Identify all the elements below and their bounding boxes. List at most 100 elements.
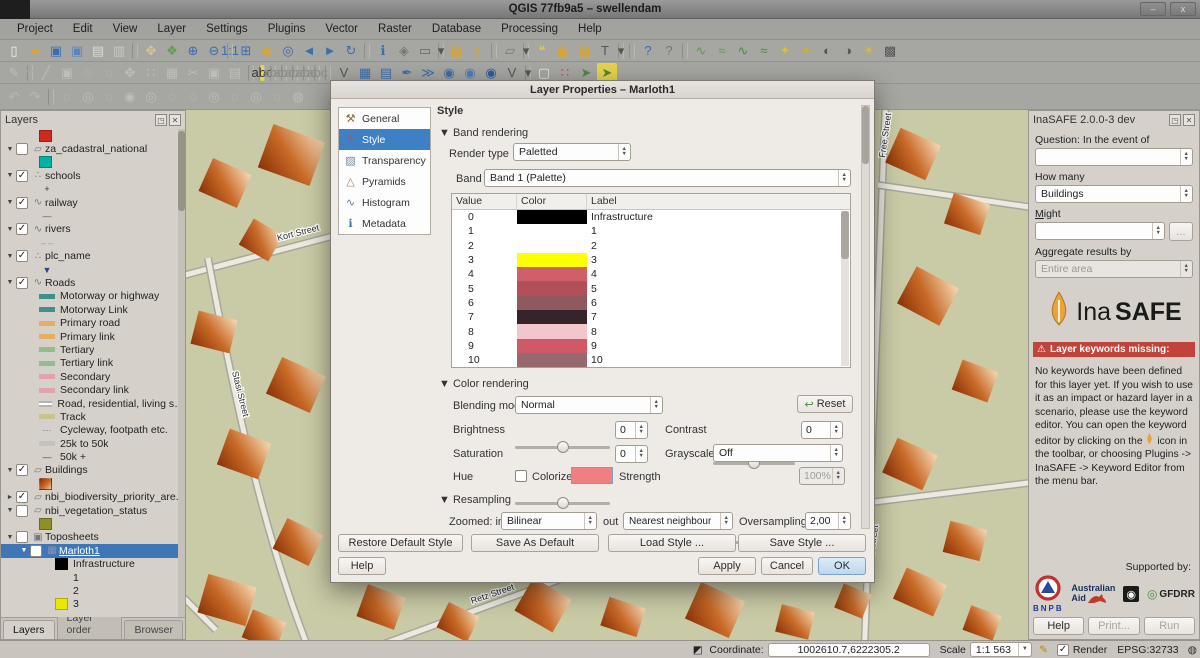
contrast-increase-icon[interactable]: ◐	[817, 41, 837, 61]
menu-raster[interactable]: Raster	[369, 21, 421, 37]
expander-icon[interactable]: ▼	[5, 172, 15, 179]
palette-color-swatch[interactable]	[517, 310, 587, 324]
stretch-full-cumulative-icon[interactable]: ≈	[712, 41, 732, 61]
spinner-arrows-icon[interactable]: ▲▼	[635, 422, 647, 438]
expander-icon[interactable]: ►	[5, 494, 15, 501]
palette-row[interactable]: 6 6	[452, 296, 850, 310]
panel-dock-icon[interactable]: ◳	[1169, 114, 1181, 126]
palette-row[interactable]: 3 3	[452, 253, 850, 267]
apply-button[interactable]: Apply	[698, 557, 756, 575]
expander-icon[interactable]: ▼	[5, 226, 15, 233]
panel-close-icon[interactable]: ✕	[169, 114, 181, 126]
fill-ring-icon[interactable]: ◉	[120, 87, 140, 107]
new-composer-icon[interactable]: ▤	[88, 41, 108, 61]
tab-transparency[interactable]: ▨ Transparency	[339, 150, 430, 171]
show-bookmarks-icon[interactable]: ▤	[574, 41, 594, 61]
palette-row[interactable]: 1 1	[452, 224, 850, 238]
palette-table-scrollbar[interactable]	[841, 211, 849, 366]
collapse-icon[interactable]: ▼	[439, 378, 450, 390]
restore-default-style-button[interactable]: Restore Default Style	[338, 534, 463, 552]
touch-zoom-icon[interactable]: ❖	[162, 41, 182, 61]
move-feature-icon[interactable]: ✥	[120, 63, 140, 83]
tree-row[interactable]: 1	[1, 571, 185, 584]
refresh-icon[interactable]: ↻	[341, 41, 361, 61]
undo-icon[interactable]: ↶	[4, 87, 24, 107]
stretch-local-icon[interactable]: ∿	[733, 41, 753, 61]
separator[interactable]	[491, 43, 497, 59]
field-calculator-icon[interactable]: ε	[468, 41, 488, 61]
palette-color-swatch[interactable]	[517, 281, 587, 295]
separator[interactable]	[364, 43, 370, 59]
zoom-actual-down-icon[interactable]: ✦	[796, 41, 816, 61]
palette-label[interactable]: 3	[587, 253, 850, 267]
band-select[interactable]: Band 1 (Palette) ▲▼	[484, 169, 851, 187]
resampling-section[interactable]: ▼ Resampling	[439, 494, 511, 506]
tree-row[interactable]: Tertiary	[1, 343, 185, 356]
aggregation-select[interactable]: Entire area ▲▼	[1035, 260, 1193, 278]
collapse-icon[interactable]: ▼	[439, 494, 450, 506]
tree-row[interactable]: ▼ ✓ ∴ plc_name	[1, 250, 185, 263]
save-style-button[interactable]: Save Style ...	[738, 534, 866, 552]
zoom-full-icon[interactable]: ⊞	[236, 41, 256, 61]
save-project-icon[interactable]: ▣	[46, 41, 66, 61]
tree-row[interactable]: Primary road	[1, 316, 185, 329]
inasafe-help-button[interactable]: Help	[1033, 617, 1084, 635]
tree-row[interactable]: — 50k +	[1, 450, 185, 463]
add-part-icon[interactable]: ◌	[99, 87, 119, 107]
palette-label[interactable]: 5	[587, 281, 850, 295]
text-annotation-icon[interactable]: T	[595, 41, 615, 61]
tree-row[interactable]: Motorway Link	[1, 303, 185, 316]
georeferencer-icon[interactable]: ▩	[880, 41, 900, 61]
saturation-spinbox[interactable]: 0 ▲▼	[615, 445, 648, 463]
palette-row[interactable]: 4 4	[452, 267, 850, 281]
zoom-next-icon[interactable]: ►	[320, 41, 340, 61]
palette-label[interactable]: 9	[587, 339, 850, 353]
tree-row[interactable]: Secondary	[1, 370, 185, 383]
palette-row[interactable]: 8 8	[452, 324, 850, 338]
measure-icon[interactable]: ▱	[500, 41, 520, 61]
zoomed-in-select[interactable]: Bilinear ▲▼	[501, 512, 597, 530]
contrast-spinbox[interactable]: 0 ▲▼	[801, 421, 843, 439]
capture-polygon-add-icon[interactable]: ◌	[99, 63, 119, 83]
minimize-button[interactable]: –	[1140, 2, 1166, 16]
layer-checkbox[interactable]	[16, 143, 28, 155]
palette-label[interactable]: Infrastructure	[587, 210, 850, 224]
palette-color-swatch[interactable]	[517, 253, 587, 267]
tree-row[interactable]: ▼ ✓ ▱ Buildings	[1, 464, 185, 477]
tab-general[interactable]: ⚒ General	[339, 108, 430, 129]
menu-edit[interactable]: Edit	[64, 21, 102, 37]
expander-icon[interactable]: ▼	[5, 253, 15, 260]
save-edits-icon[interactable]: ▣	[57, 63, 77, 83]
grayscale-select[interactable]: Off ▲▼	[713, 444, 843, 462]
layer-checkbox[interactable]: ✓	[16, 197, 28, 209]
save-as-default-button[interactable]: Save As Default	[471, 534, 599, 552]
column-value[interactable]: Value	[452, 194, 517, 209]
load-style-button[interactable]: Load Style ...	[608, 534, 736, 552]
saturation-slider[interactable]	[515, 495, 610, 511]
tree-row[interactable]: Primary link	[1, 330, 185, 343]
palette-label[interactable]: 7	[587, 310, 850, 324]
tree-row[interactable]	[1, 156, 185, 169]
panel-close-icon[interactable]: ✕	[1183, 114, 1195, 126]
identify-icon[interactable]: ℹ	[373, 41, 393, 61]
ok-button[interactable]: OK	[818, 557, 866, 575]
tree-row[interactable]: – –	[1, 236, 185, 249]
split-features-icon[interactable]: ◌	[225, 87, 245, 107]
palette-label[interactable]: 8	[587, 324, 850, 338]
whats-this-icon[interactable]: ?	[659, 41, 679, 61]
spinner-arrows-icon[interactable]: ▲▼	[832, 468, 844, 484]
tree-row[interactable]: Track	[1, 410, 185, 423]
toggle-editing-icon[interactable]: ✎	[4, 63, 24, 83]
panel-tab[interactable]: Layers	[3, 620, 55, 639]
crs-status-icon[interactable]: ◍	[1185, 644, 1200, 656]
expander-icon[interactable]: ▼	[19, 547, 29, 554]
composer-manager-icon[interactable]: ▥	[109, 41, 129, 61]
blending-mode-select[interactable]: Normal ▲▼	[515, 396, 663, 414]
tools-menu-icon[interactable]: ▾	[525, 65, 531, 81]
help-contents-icon[interactable]: ?	[638, 41, 658, 61]
tree-row[interactable]: ▼ ✓ ∿ railway	[1, 196, 185, 209]
layer-checkbox[interactable]: ✓	[16, 250, 28, 262]
pan-map-icon[interactable]: ✥	[141, 41, 161, 61]
tab-style[interactable]: ✎ Style	[339, 129, 430, 150]
layer-tree-scrollbar[interactable]	[178, 129, 185, 617]
